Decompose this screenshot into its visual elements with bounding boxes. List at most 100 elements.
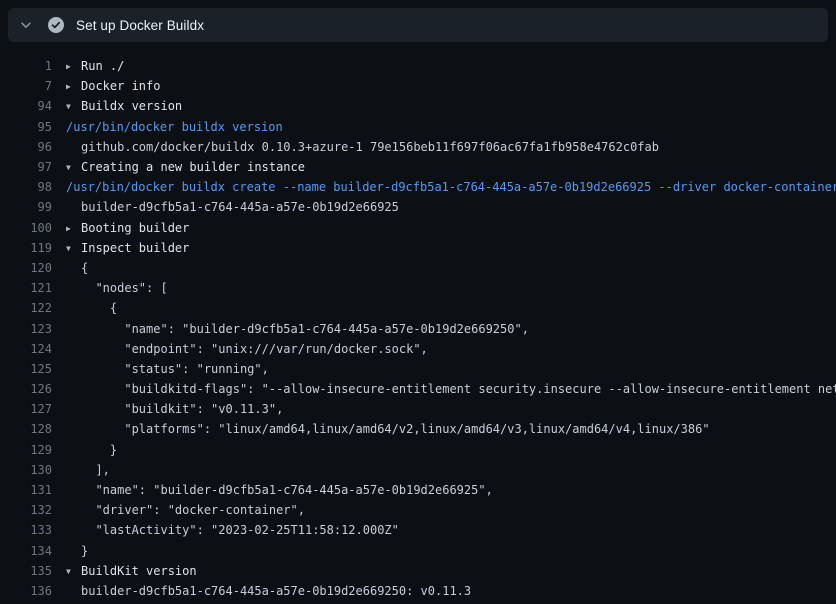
line-number[interactable]: 121 bbox=[0, 281, 52, 295]
line-text: ▼BuildKit version bbox=[66, 564, 197, 578]
line-number[interactable]: 126 bbox=[0, 382, 52, 396]
line-number[interactable]: 134 bbox=[0, 544, 52, 558]
line-number[interactable]: 98 bbox=[0, 180, 52, 194]
line-text: ▶Run ./ bbox=[66, 59, 124, 73]
log-line: 136 builder-d9cfb5a1-c764-445a-a57e-0b19… bbox=[0, 581, 836, 601]
line-number[interactable]: 123 bbox=[0, 322, 52, 336]
line-text: "name": "builder-d9cfb5a1-c764-445a-a57e… bbox=[66, 322, 529, 336]
step-header[interactable]: Set up Docker Buildx bbox=[8, 8, 828, 42]
line-number[interactable]: 132 bbox=[0, 503, 52, 517]
line-number[interactable]: 130 bbox=[0, 463, 52, 477]
line-text: ▼Creating a new builder instance bbox=[66, 160, 305, 174]
log-group-line[interactable]: 94 ▼Buildx version bbox=[0, 96, 836, 116]
line-number[interactable]: 131 bbox=[0, 483, 52, 497]
group-title: Buildx version bbox=[81, 99, 182, 113]
group-title: Booting builder bbox=[81, 221, 189, 235]
triangle-down-icon[interactable]: ▼ bbox=[66, 163, 81, 172]
actions-log-panel: Set up Docker Buildx 1 ▶Run ./ 7 ▶Docker… bbox=[0, 0, 836, 604]
log-group-line[interactable]: 119 ▼Inspect builder bbox=[0, 238, 836, 258]
group-title: BuildKit version bbox=[81, 564, 197, 578]
line-number[interactable]: 97 bbox=[0, 160, 52, 174]
log-group-line[interactable]: 7 ▶Docker info bbox=[0, 76, 836, 96]
log-group-line[interactable]: 100 ▶Booting builder bbox=[0, 218, 836, 238]
line-number[interactable]: 124 bbox=[0, 342, 52, 356]
log-line: 130 ], bbox=[0, 460, 836, 480]
line-text: ▶Docker info bbox=[66, 79, 160, 93]
line-text: builder-d9cfb5a1-c764-445a-a57e-0b19d2e6… bbox=[66, 200, 399, 214]
line-number[interactable]: 129 bbox=[0, 443, 52, 457]
line-number[interactable]: 96 bbox=[0, 140, 52, 154]
line-text: ▶Booting builder bbox=[66, 221, 189, 235]
log-group-line[interactable]: 135 ▼BuildKit version bbox=[0, 561, 836, 581]
log-group-line[interactable]: 97 ▼Creating a new builder instance bbox=[0, 157, 836, 177]
line-number[interactable]: 135 bbox=[0, 564, 52, 578]
triangle-down-icon[interactable]: ▼ bbox=[66, 567, 81, 576]
line-text: "buildkitd-flags": "--allow-insecure-ent… bbox=[66, 382, 836, 396]
log-line: 124 "endpoint": "unix:///var/run/docker.… bbox=[0, 339, 836, 359]
line-text: { bbox=[66, 301, 117, 315]
log-line: 98 /usr/bin/docker buildx create --name … bbox=[0, 177, 836, 197]
triangle-down-icon[interactable]: ▼ bbox=[66, 102, 81, 111]
line-text: ▼Buildx version bbox=[66, 99, 182, 113]
log-line: 95 /usr/bin/docker buildx version bbox=[0, 117, 836, 137]
line-text: "endpoint": "unix:///var/run/docker.sock… bbox=[66, 342, 428, 356]
log-line: 122 { bbox=[0, 298, 836, 318]
log-line: 125 "status": "running", bbox=[0, 359, 836, 379]
log-line: 133 "lastActivity": "2023-02-25T11:58:12… bbox=[0, 520, 836, 540]
line-text: } bbox=[66, 544, 88, 558]
line-number[interactable]: 136 bbox=[0, 584, 52, 598]
line-number[interactable]: 120 bbox=[0, 261, 52, 275]
line-number[interactable]: 125 bbox=[0, 362, 52, 376]
line-text: ], bbox=[66, 463, 110, 477]
log-line: 132 "driver": "docker-container", bbox=[0, 500, 836, 520]
log-lines: 1 ▶Run ./ 7 ▶Docker info 94 ▼Buildx vers… bbox=[0, 56, 836, 601]
line-number[interactable]: 99 bbox=[0, 200, 52, 214]
log-line: 127 "buildkit": "v0.11.3", bbox=[0, 399, 836, 419]
line-text: builder-d9cfb5a1-c764-445a-a57e-0b19d2e6… bbox=[66, 584, 471, 598]
line-text: /usr/bin/docker buildx version bbox=[66, 120, 283, 134]
group-title: Docker info bbox=[81, 79, 160, 93]
log-line: 131 "name": "builder-d9cfb5a1-c764-445a-… bbox=[0, 480, 836, 500]
line-text: ▼Inspect builder bbox=[66, 241, 189, 255]
line-number[interactable]: 7 bbox=[0, 79, 52, 93]
log-line: 126 "buildkitd-flags": "--allow-insecure… bbox=[0, 379, 836, 399]
log-line: 123 "name": "builder-d9cfb5a1-c764-445a-… bbox=[0, 318, 836, 338]
line-number[interactable]: 128 bbox=[0, 422, 52, 436]
line-text: "name": "builder-d9cfb5a1-c764-445a-a57e… bbox=[66, 483, 493, 497]
triangle-down-icon[interactable]: ▼ bbox=[66, 244, 81, 253]
line-number[interactable]: 133 bbox=[0, 523, 52, 537]
triangle-right-icon[interactable]: ▶ bbox=[66, 82, 81, 91]
log-line: 120 { bbox=[0, 258, 836, 278]
line-number[interactable]: 1 bbox=[0, 59, 52, 73]
log-line: 121 "nodes": [ bbox=[0, 278, 836, 298]
group-title: Creating a new builder instance bbox=[81, 160, 305, 174]
line-text: "driver": "docker-container", bbox=[66, 503, 305, 517]
line-text: github.com/docker/buildx 0.10.3+azure-1 … bbox=[66, 140, 659, 154]
check-circle-icon bbox=[48, 17, 64, 33]
line-number[interactable]: 95 bbox=[0, 120, 52, 134]
log-line: 134 } bbox=[0, 541, 836, 561]
line-text: "lastActivity": "2023-02-25T11:58:12.000… bbox=[66, 523, 399, 537]
line-text: "platforms": "linux/amd64,linux/amd64/v2… bbox=[66, 422, 710, 436]
log-line: 99 builder-d9cfb5a1-c764-445a-a57e-0b19d… bbox=[0, 197, 836, 217]
log-group-line[interactable]: 1 ▶Run ./ bbox=[0, 56, 836, 76]
line-text: { bbox=[66, 261, 88, 275]
log-line: 128 "platforms": "linux/amd64,linux/amd6… bbox=[0, 419, 836, 439]
chevron-down-icon[interactable] bbox=[18, 17, 34, 33]
triangle-right-icon[interactable]: ▶ bbox=[66, 224, 81, 233]
line-number[interactable]: 94 bbox=[0, 99, 52, 113]
line-number[interactable]: 127 bbox=[0, 402, 52, 416]
line-text: "nodes": [ bbox=[66, 281, 168, 295]
line-text: /usr/bin/docker buildx create --name bui… bbox=[66, 180, 836, 194]
line-text: "buildkit": "v0.11.3", bbox=[66, 402, 283, 416]
line-number[interactable]: 100 bbox=[0, 221, 52, 235]
log-line: 129 } bbox=[0, 440, 836, 460]
step-title: Set up Docker Buildx bbox=[76, 18, 204, 33]
line-number[interactable]: 122 bbox=[0, 301, 52, 315]
group-title: Inspect builder bbox=[81, 241, 189, 255]
triangle-right-icon[interactable]: ▶ bbox=[66, 62, 81, 71]
group-title: Run ./ bbox=[81, 59, 124, 73]
line-text: } bbox=[66, 443, 117, 457]
line-number[interactable]: 119 bbox=[0, 241, 52, 255]
line-text: "status": "running", bbox=[66, 362, 269, 376]
